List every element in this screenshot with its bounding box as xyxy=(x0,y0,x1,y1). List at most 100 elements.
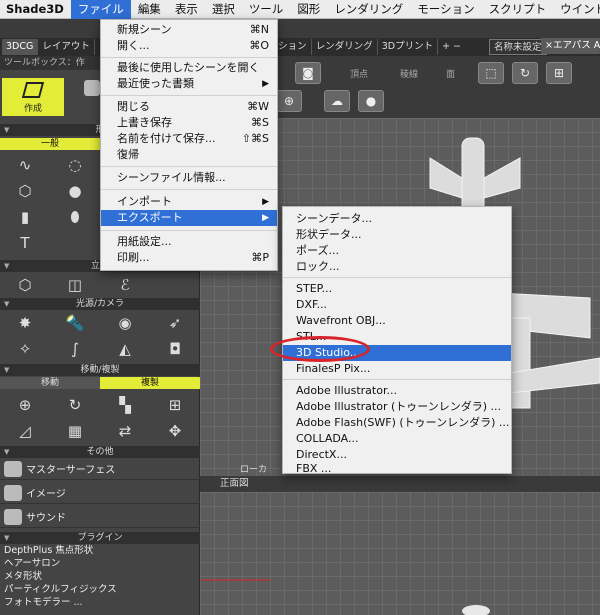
curve-tool-icon[interactable]: ∿ xyxy=(14,154,36,176)
export-collada[interactable]: COLLADA... xyxy=(283,431,511,447)
copy-rotate-icon[interactable]: ↻ xyxy=(64,394,86,416)
export-scene-data[interactable]: シーンデータ... xyxy=(283,211,511,227)
point-light-icon[interactable]: ✸ xyxy=(14,312,36,334)
menu-item-open-recent-scene[interactable]: 最後に使用したシーンを開く xyxy=(101,60,277,76)
menu-item-open[interactable]: 開く... ⌘O xyxy=(101,38,277,54)
mode-vertex-label[interactable]: 頂点 xyxy=(350,67,368,80)
light-target-icon[interactable]: ➶ xyxy=(164,312,186,334)
tab-3dprint[interactable]: 3Dプリント xyxy=(378,39,439,55)
menu-select[interactable]: 選択 xyxy=(205,0,242,19)
export-illustrator[interactable]: Adobe Illustrator... xyxy=(283,383,511,399)
tab-add-remove-button[interactable]: + − xyxy=(438,39,465,55)
mode-edge-label[interactable]: 稜線 xyxy=(400,67,418,80)
render-sphere-icon[interactable]: ● xyxy=(358,90,384,112)
menu-file[interactable]: ファイル xyxy=(70,0,131,19)
export-flash-toon[interactable]: Adobe Flash(SWF) (トゥーンレンダラ) ... xyxy=(283,415,511,431)
subtab-move[interactable]: 移動 xyxy=(0,377,100,389)
section-other[interactable]: その他 xyxy=(0,446,200,458)
menu-item-print[interactable]: 印刷... ⌘P xyxy=(101,250,277,266)
menu-view[interactable]: 表示 xyxy=(168,0,205,19)
plugin-item-depthplus[interactable]: DepthPlus 焦点形状 xyxy=(4,545,93,557)
camera-view-icon[interactable]: ◙ xyxy=(295,62,321,84)
capsule-tool-icon[interactable]: ⬮ xyxy=(64,206,86,228)
select-box-icon[interactable]: ⬚ xyxy=(478,62,504,84)
menu-render[interactable]: レンダリング xyxy=(327,0,410,19)
menu-item-close[interactable]: 閉じる ⌘W xyxy=(101,99,277,115)
plugin-item-particle[interactable]: パーティクルフィジックス xyxy=(4,584,117,596)
list-item-sound[interactable]: サウンド xyxy=(0,506,200,528)
cylinder-tool-icon[interactable]: ▮ xyxy=(14,206,36,228)
app-menu[interactable]: Shade3D xyxy=(0,0,71,19)
modify-icon[interactable] xyxy=(84,80,100,96)
sphere-tool-icon[interactable]: ● xyxy=(64,180,86,202)
export-lock[interactable]: ロック... xyxy=(283,259,511,275)
subtab-copy[interactable]: 複製 xyxy=(100,377,200,389)
menu-item-scene-info[interactable]: シーンファイル情報... xyxy=(101,170,277,186)
copy-array-icon[interactable]: ▦ xyxy=(64,420,86,442)
camera-icon[interactable]: ◘ xyxy=(164,338,186,360)
export-dxf[interactable]: DXF... xyxy=(283,297,511,313)
copy-circular-icon[interactable]: ✥ xyxy=(164,420,186,442)
export-directx[interactable]: DirectX... xyxy=(283,447,511,463)
tab-layout[interactable]: レイアウト xyxy=(38,39,95,55)
menu-item-new-scene[interactable]: 新規シーン ⌘N xyxy=(101,22,277,38)
front-view-grid[interactable] xyxy=(200,492,600,615)
spot-light-icon[interactable]: 🔦 xyxy=(64,312,86,334)
section-move-copy[interactable]: 移動/複製 xyxy=(0,364,200,376)
menu-tool[interactable]: ツール xyxy=(242,0,291,19)
menu-item-page-setup[interactable]: 用紙設定... xyxy=(101,234,277,250)
menu-item-save[interactable]: 上書き保存 ⌘S xyxy=(101,115,277,131)
plugin-item-photo-modeler[interactable]: フォトモデラー ... xyxy=(4,597,83,609)
menu-window[interactable]: ウインド xyxy=(553,0,600,19)
list-item-master-surface[interactable]: マスターサーフェス xyxy=(0,458,200,480)
menu-item-recent-documents[interactable]: 最近使った書類 ▶ xyxy=(101,76,277,92)
menu-item-revert[interactable]: 復帰 xyxy=(101,147,277,163)
plugin-item-meta-shape[interactable]: メタ形状 xyxy=(4,571,42,583)
cloud-shade-icon[interactable]: ☁ xyxy=(324,90,350,112)
path-light-icon[interactable]: ∫ xyxy=(64,338,86,360)
menu-item-export[interactable]: エクスポート ▶ xyxy=(101,210,277,226)
solid-revolve-icon[interactable]: ℰ xyxy=(114,274,136,296)
copy-magnify-icon[interactable]: ⊕ xyxy=(14,394,36,416)
solid-cup-icon[interactable]: ◫ xyxy=(64,274,86,296)
menu-item-import[interactable]: インポート ▶ xyxy=(101,194,277,210)
wireframe-icon[interactable]: ⊞ xyxy=(546,62,572,84)
copy-scale-icon[interactable]: ⊞ xyxy=(164,394,186,416)
copy-shear-icon[interactable]: ◿ xyxy=(14,420,36,442)
tab-3dcg[interactable]: 3DCG xyxy=(2,39,39,55)
copy-mirror-icon[interactable]: ⇄ xyxy=(114,420,136,442)
make-tool-button[interactable]: 作成 xyxy=(2,78,64,116)
export-pose[interactable]: ポーズ... xyxy=(283,243,511,259)
section-light-camera[interactable]: 光源/カメラ xyxy=(0,298,200,310)
menu-item-save-as[interactable]: 名前を付けて保存... ⇧⌘S xyxy=(101,131,277,147)
menu-script[interactable]: スクリプト xyxy=(482,0,554,19)
menu-shape[interactable]: 図形 xyxy=(290,0,327,19)
menu-motion[interactable]: モーション xyxy=(410,0,481,19)
untitled-tab[interactable]: 名称未設定 xyxy=(489,39,547,55)
solid-box-icon[interactable]: ⬡ xyxy=(14,274,36,296)
document-tab[interactable]: ×エアパス A3D xyxy=(541,38,600,54)
menu-edit[interactable]: 編集 xyxy=(131,0,168,19)
closed-curve-tool-icon[interactable]: ◌ xyxy=(64,154,86,176)
grid-sphere-icon[interactable]: ⊕ xyxy=(276,90,302,112)
text-tool-icon[interactable]: T xyxy=(14,232,36,254)
list-item-image[interactable]: イメージ xyxy=(0,482,200,504)
front-view-label[interactable]: 正面図 xyxy=(200,476,600,492)
export-illustrator-toon[interactable]: Adobe Illustrator (トゥーンレンダラ) ... xyxy=(283,399,511,415)
tab-rendering[interactable]: レンダリング xyxy=(312,39,378,55)
copy-blocks-icon[interactable]: ▚ xyxy=(114,394,136,416)
export-pix[interactable]: FinalesP Pix... xyxy=(283,361,511,377)
light-probe-icon[interactable]: ✧ xyxy=(14,338,36,360)
subtab-general[interactable]: 一般 xyxy=(0,138,100,150)
section-plugin[interactable]: プラグイン xyxy=(0,532,200,544)
export-shape-data[interactable]: 形状データ... xyxy=(283,227,511,243)
area-light-icon[interactable]: ◉ xyxy=(114,312,136,334)
refresh-icon[interactable]: ↻ xyxy=(512,62,538,84)
box-tool-icon[interactable]: ⬡ xyxy=(14,180,36,202)
export-step[interactable]: STEP... xyxy=(283,281,511,297)
mode-face-label[interactable]: 面 xyxy=(446,67,455,80)
export-fbx[interactable]: FBX ... xyxy=(283,463,511,475)
export-obj[interactable]: Wavefront OBJ... xyxy=(283,313,511,329)
plugin-item-hair-salon[interactable]: ヘアーサロン xyxy=(4,558,60,570)
directional-light-icon[interactable]: ◭ xyxy=(114,338,136,360)
